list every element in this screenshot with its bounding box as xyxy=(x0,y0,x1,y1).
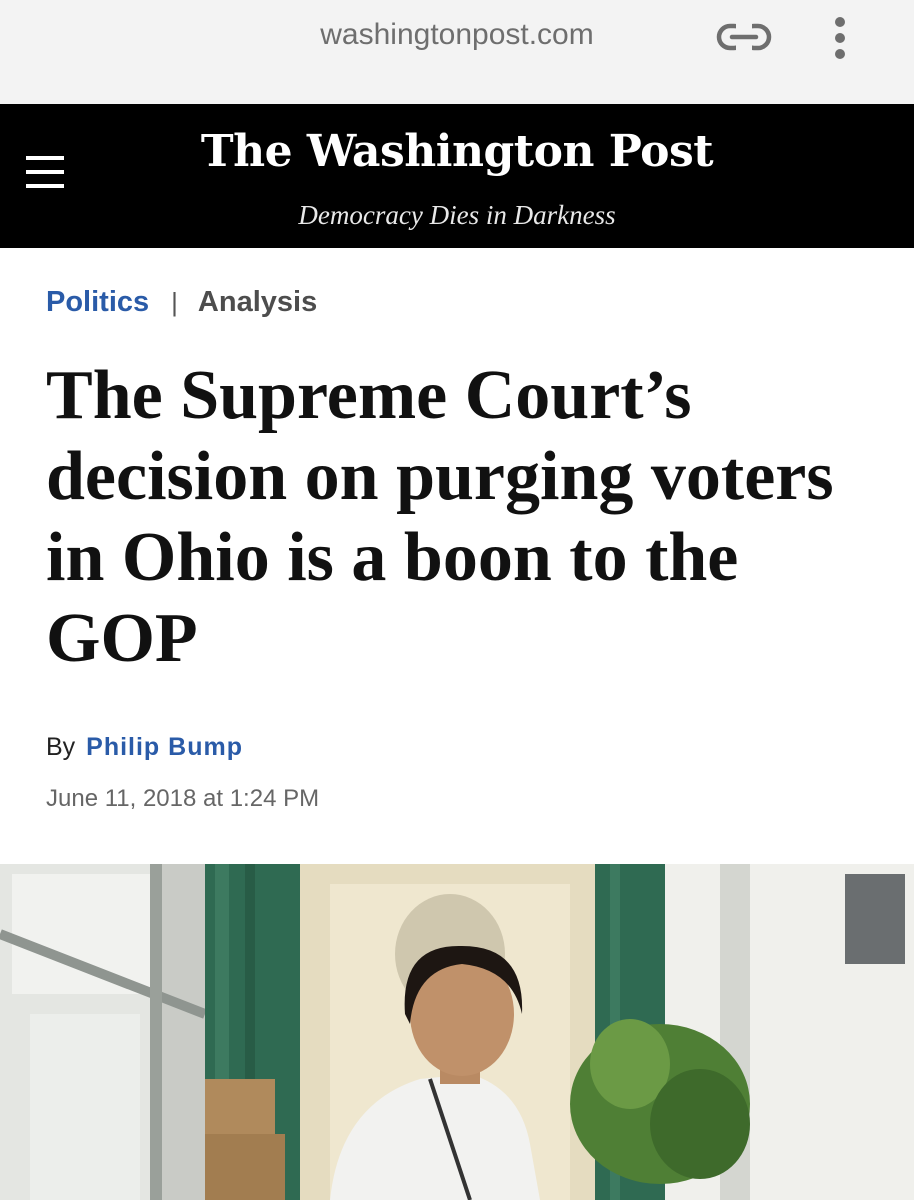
more-vertical-icon[interactable] xyxy=(826,14,854,62)
masthead: The Washington Post Democracy Dies in Da… xyxy=(0,104,914,248)
link-icon[interactable] xyxy=(716,22,772,52)
article-kicker: Politics | Analysis xyxy=(46,282,317,322)
kicker-separator: | xyxy=(171,286,178,317)
article-type-label: Analysis xyxy=(197,285,318,318)
url-text[interactable]: washingtonpost.com xyxy=(0,18,914,52)
site-tagline: Democracy Dies in Darkness xyxy=(298,200,616,230)
browser-url-bar: washingtonpost.com xyxy=(0,0,914,104)
section-link[interactable]: Politics xyxy=(46,286,149,319)
site-logo[interactable]: The Washington Post xyxy=(0,126,914,177)
lead-photo xyxy=(0,864,914,1200)
publish-date: June 11, 2018 at 1:24 PM xyxy=(46,785,320,812)
article-headline: The Supreme Court’s decision on purging … xyxy=(46,357,834,677)
byline-prefix: By xyxy=(46,733,76,761)
author-link[interactable]: Philip Bump xyxy=(86,733,243,761)
byline: By Philip Bump xyxy=(46,733,243,762)
